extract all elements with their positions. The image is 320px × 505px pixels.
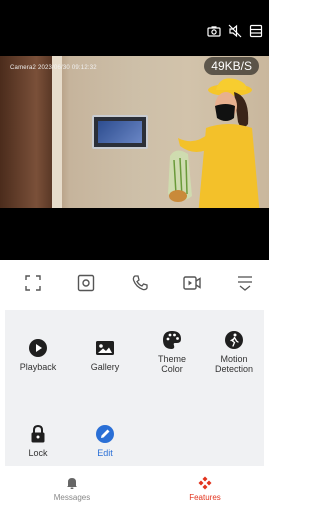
mute-speaker-icon[interactable]: [228, 24, 242, 38]
door-frame: [52, 56, 62, 208]
indoor-monitor: [92, 115, 148, 149]
bell-icon: [67, 478, 77, 489]
feature-label: Lock: [28, 448, 48, 458]
feature-label: Gallery: [90, 362, 120, 372]
tab-messages-label: Messages: [53, 493, 91, 502]
bitrate-badge: 49KB/S: [204, 57, 259, 75]
feature-playback[interactable]: Playback: [6, 338, 70, 372]
pencil-circle-icon: [96, 425, 114, 443]
feature-label: Motion Detection: [214, 354, 254, 374]
phone-icon[interactable]: [129, 272, 151, 294]
door: [0, 56, 52, 208]
camera-feed: 49KB/S Camera2 2023/06/30 09:12:32: [0, 56, 269, 208]
feature-label: Playback: [19, 362, 57, 372]
features-panel: Playback Gallery Theme Color Motion Dete…: [5, 310, 264, 466]
feature-lock[interactable]: Lock: [6, 424, 70, 458]
diamonds-icon: [198, 476, 212, 490]
feature-theme-color[interactable]: Theme Color: [140, 330, 204, 374]
fullscreen-icon[interactable]: [22, 272, 44, 294]
feature-label: Theme Color: [157, 354, 186, 374]
camera-icon[interactable]: [207, 24, 221, 38]
video-player[interactable]: 49KB/S Camera2 2023/06/30 09:12:32: [0, 0, 269, 260]
feature-label: Edit: [97, 448, 113, 458]
lock-icon: [31, 424, 45, 443]
video-top-toolbar: [207, 24, 263, 38]
feature-motion-detection[interactable]: Motion Detection: [205, 330, 263, 374]
image-icon: [96, 341, 114, 355]
layout-icon[interactable]: [249, 24, 263, 38]
more-menu-icon[interactable]: [234, 272, 256, 294]
tab-features[interactable]: Features: [165, 476, 245, 502]
play-circle-icon: [29, 339, 47, 357]
feature-edit[interactable]: Edit: [73, 424, 137, 458]
video-timestamp: Camera2 2023/06/30 09:12:32: [10, 65, 97, 71]
walking-person-icon: [225, 331, 243, 349]
tab-messages[interactable]: Messages: [32, 476, 112, 502]
palette-icon: [163, 331, 181, 349]
record-icon[interactable]: [181, 272, 203, 294]
feature-gallery[interactable]: Gallery: [73, 338, 137, 372]
video-control-bar: [0, 272, 269, 296]
tab-features-label: Features: [189, 493, 221, 502]
snapshot-icon[interactable]: [75, 272, 97, 294]
visitor-figure: [168, 78, 260, 208]
bottom-tab-bar: Messages Features: [0, 470, 269, 505]
